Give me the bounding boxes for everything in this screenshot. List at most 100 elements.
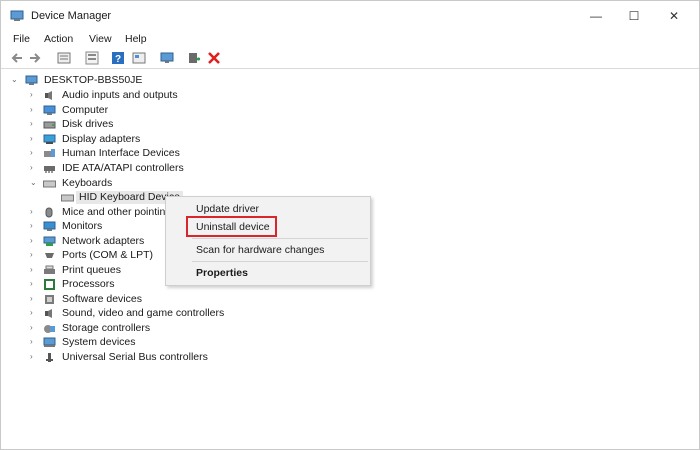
toolbar: ? [1,50,699,68]
root-label: DESKTOP-BBS50JE [44,74,143,86]
chevron-right-icon[interactable]: › [30,337,38,347]
tree-item-system-devices[interactable]: › System devices [1,336,301,350]
chevron-right-icon[interactable]: › [30,294,38,304]
menu-action[interactable]: Action [44,33,73,45]
printer-icon [44,265,55,274]
title-bar: Device Manager — ☐ ✕ [1,1,699,31]
system-device-icon [43,337,56,347]
menu-separator [192,238,368,239]
device-list-icon[interactable] [85,51,99,65]
chevron-right-icon[interactable]: › [30,265,38,275]
menu-item-uninstall-device[interactable]: Uninstall device [196,221,270,233]
view-icon[interactable] [132,51,146,65]
computer-icon [43,105,56,115]
chevron-right-icon[interactable]: › [30,323,38,333]
sound-icon [45,309,52,318]
hid-icon [44,149,55,157]
menu-separator [192,261,368,262]
usb-icon [46,353,53,362]
device-manager-window: Device Manager — ☐ ✕ File Action View He… [0,0,700,450]
mouse-icon [45,207,53,218]
category-label: Software devices [62,293,142,305]
chevron-right-icon[interactable]: › [30,250,38,260]
category-label: System devices [62,336,136,348]
chevron-right-icon[interactable]: › [30,207,38,217]
chevron-right-icon[interactable]: › [30,90,38,100]
window-title: Device Manager [31,10,112,22]
uninstall-x-icon[interactable] [207,51,221,65]
menu-help[interactable]: Help [125,33,147,45]
chevron-right-icon[interactable]: › [30,352,38,362]
tree-item-hid[interactable]: › Human Interface Devices [1,147,301,161]
speaker-icon [45,91,52,100]
tree-item-usb[interactable]: › Universal Serial Bus controllers [1,351,301,365]
svg-text:?: ? [115,54,121,65]
chevron-right-icon[interactable]: › [30,221,38,231]
category-label: Disk drives [62,118,114,130]
category-label: Monitors [62,220,103,232]
tree-root[interactable]: ⌄ DESKTOP-BBS50JE [1,74,301,88]
menu-bar: File Action View Help [1,32,699,50]
help-icon[interactable]: ? [111,51,125,65]
context-menu: Update driver Uninstall device Scan for … [165,196,371,286]
tree-item-sound[interactable]: › Sound, video and game controllers [1,307,301,321]
category-label: Network adapters [62,235,145,247]
tree-item-computer[interactable]: › Computer [1,104,301,118]
monitor-icon [43,221,56,231]
chevron-right-icon[interactable]: › [30,236,38,246]
category-label: Print queues [62,264,121,276]
menu-item-update-driver[interactable]: Update driver [196,203,259,215]
back-arrow-icon[interactable] [10,51,24,65]
storage-controller-icon [44,325,55,333]
minimize-button[interactable]: — [581,5,611,27]
chevron-right-icon[interactable]: › [30,163,38,173]
tree-item-ide[interactable]: › IDE ATA/ATAPI controllers [1,162,301,176]
category-label: Processors [62,278,115,290]
category-label: Display adapters [62,133,141,145]
display-adapter-icon [43,134,56,144]
category-label: Human Interface Devices [62,147,180,159]
menu-file[interactable]: File [13,33,30,45]
device-manager-icon [10,10,24,21]
category-label: Computer [62,104,109,116]
chevron-down-icon[interactable]: ⌄ [30,178,38,188]
tree-item-storage[interactable]: › Storage controllers [1,322,301,336]
tree-item-disk-drives[interactable]: › Disk drives [1,118,301,132]
chevron-down-icon[interactable]: ⌄ [11,75,19,85]
maximize-button[interactable]: ☐ [619,5,649,27]
processor-icon [44,279,55,290]
category-label: Storage controllers [62,322,151,334]
menu-item-properties[interactable]: Properties [196,267,248,279]
update-driver-icon[interactable] [187,51,201,65]
chevron-right-icon[interactable]: › [30,279,38,289]
ide-controller-icon [44,166,55,173]
category-label: Ports (COM & LPT) [62,249,154,261]
disk-drive-icon [43,121,56,129]
menu-item-scan-hardware[interactable]: Scan for hardware changes [196,244,324,256]
category-label: Keyboards [62,177,113,189]
category-label: Mice and other pointing devices [62,206,167,218]
properties-icon[interactable] [57,51,71,65]
chevron-right-icon[interactable]: › [30,105,38,115]
close-button[interactable]: ✕ [659,5,689,27]
tree-item-display-adapters[interactable]: › Display adapters [1,133,301,147]
keyboard-icon [61,194,74,202]
keyboard-icon [43,180,56,188]
port-icon [45,253,54,258]
chevron-right-icon[interactable]: › [30,134,38,144]
chevron-right-icon[interactable]: › [30,308,38,318]
chevron-right-icon[interactable]: › [30,119,38,129]
chevron-right-icon[interactable]: › [30,148,38,158]
tree-item-software-devices[interactable]: › Software devices [1,293,301,307]
category-label: Sound, video and game controllers [62,307,225,319]
computer-icon [25,75,38,85]
monitor-icon[interactable] [160,51,174,65]
software-device-icon [45,295,54,304]
network-adapter-icon [43,236,56,246]
menu-view[interactable]: View [89,33,112,45]
category-label: Audio inputs and outputs [62,89,178,101]
category-label: Universal Serial Bus controllers [62,351,208,363]
forward-arrow-icon[interactable] [28,51,42,65]
tree-item-audio[interactable]: › Audio inputs and outputs [1,89,301,103]
tree-item-keyboards[interactable]: ⌄ Keyboards [1,177,301,191]
